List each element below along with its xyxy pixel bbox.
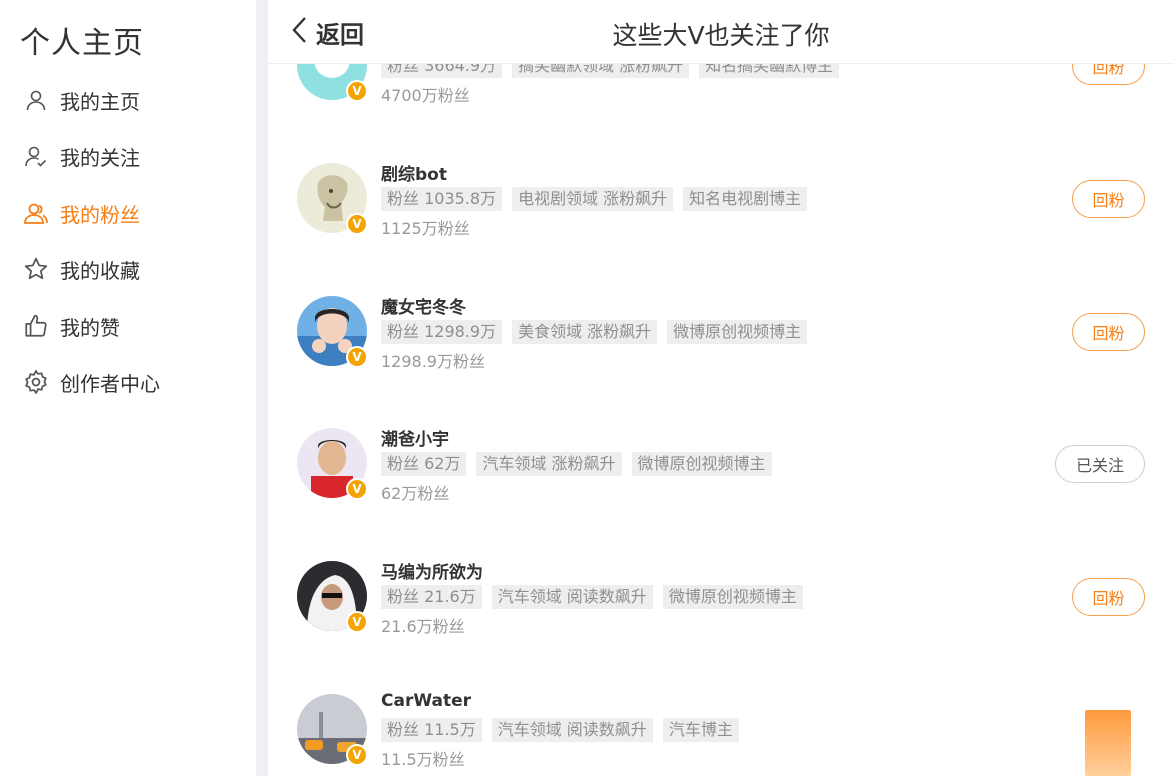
tag: 微博原创视频博主 — [631, 452, 772, 476]
main-panel: V 粉丝 3664.9万 搞笑幽默领域 涨粉飙升 知名搞笑幽默博主 4700万粉… — [268, 0, 1174, 776]
tag: 汽车领域 阅读数飙升 — [491, 718, 653, 742]
star-icon — [22, 255, 50, 283]
nav-item-my-fans[interactable]: 我的粉丝 — [22, 193, 140, 233]
sidebar: 个人主页 我的主页 我的关注 我的粉丝 我的收藏 我的赞 创作者中心 — [0, 0, 256, 776]
nav-label: 我的收藏 — [60, 258, 140, 283]
nav-label: 我的粉丝 — [60, 202, 140, 227]
user-name[interactable]: 马编为所欲为 — [381, 558, 483, 583]
nav-item-my-likes[interactable]: 我的赞 — [22, 306, 120, 346]
fans-count: 21.6万粉丝 — [381, 617, 465, 636]
nav-item-my-following[interactable]: 我的关注 — [22, 136, 140, 176]
tag-list: 粉丝 1035.8万 电视剧领域 涨粉飙升 知名电视剧博主 — [381, 187, 808, 211]
following-button[interactable]: 已关注 — [1055, 445, 1145, 483]
list-item[interactable]: V 潮爸小宇 粉丝 62万 汽车领域 涨粉飙升 微博原创视频博主 62万粉丝 已… — [268, 428, 1174, 528]
nav-item-creator-center[interactable]: 创作者中心 — [22, 362, 160, 402]
users-icon — [22, 199, 50, 227]
fans-count: 1125万粉丝 — [381, 219, 470, 238]
tag-list: 粉丝 21.6万 汽车领域 阅读数飙升 微博原创视频博主 — [381, 585, 803, 609]
follow-back-button[interactable]: 回粉 — [1072, 578, 1145, 616]
bottom-fade-overlay — [888, 690, 1174, 776]
user-icon — [22, 86, 50, 114]
gear-icon — [22, 368, 50, 396]
verified-badge-icon: V — [346, 213, 368, 235]
nav-label: 我的关注 — [60, 145, 140, 170]
list-item[interactable]: V 马编为所欲为 粉丝 21.6万 汽车领域 阅读数飙升 微博原创视频博主 21… — [268, 561, 1174, 661]
tag: 粉丝 1035.8万 — [381, 187, 503, 211]
follow-back-button[interactable]: 回粉 — [1072, 180, 1145, 218]
verified-badge-icon: V — [346, 346, 368, 368]
tag: 汽车领域 阅读数飙升 — [491, 585, 653, 609]
tag: 电视剧领域 涨粉飙升 — [512, 187, 674, 211]
follow-back-button[interactable]: 回粉 — [1072, 313, 1145, 351]
tag: 汽车领域 涨粉飙升 — [476, 452, 622, 476]
verified-badge-icon: V — [346, 80, 368, 102]
fans-count: 11.5万粉丝 — [381, 750, 465, 769]
fans-count: 1298.9万粉丝 — [381, 352, 485, 371]
tag-list: 粉丝 11.5万 汽车领域 阅读数飙升 汽车博主 — [381, 718, 739, 742]
user-name[interactable]: 潮爸小宇 — [381, 425, 449, 450]
tag-list: 粉丝 62万 汽车领域 涨粉飙升 微博原创视频博主 — [381, 452, 772, 476]
page-title: 这些大V也关注了你 — [612, 21, 830, 50]
user-name[interactable]: CarWater — [381, 691, 471, 711]
sidebar-title: 个人主页 — [20, 26, 144, 61]
list-item[interactable]: V 剧综bot 粉丝 1035.8万 电视剧领域 涨粉飙升 知名电视剧博主 11… — [268, 163, 1174, 263]
list-item[interactable]: V 魔女宅冬冬 粉丝 1298.9万 美食领域 涨粉飙升 微博原创视频博主 12… — [268, 296, 1174, 396]
nav-item-my-home[interactable]: 我的主页 — [22, 80, 140, 120]
user-name[interactable]: 剧综bot — [381, 160, 447, 185]
tag: 粉丝 1298.9万 — [381, 320, 503, 344]
tag: 粉丝 62万 — [381, 452, 467, 476]
tag: 汽车博主 — [662, 718, 739, 742]
top-bar: 返回 这些大V也关注了你 — [268, 0, 1174, 64]
verified-badge-icon: V — [346, 478, 368, 500]
nav-item-my-favorites[interactable]: 我的收藏 — [22, 249, 140, 289]
verified-badge-icon: V — [346, 744, 368, 766]
tag: 微博原创视频博主 — [667, 320, 808, 344]
tag-list: 粉丝 1298.9万 美食领域 涨粉飙升 微博原创视频博主 — [381, 320, 808, 344]
floating-action-button[interactable] — [1085, 710, 1131, 776]
user-name[interactable]: 魔女宅冬冬 — [381, 293, 466, 318]
tag: 美食领域 涨粉飙升 — [512, 320, 658, 344]
nav-label: 创作者中心 — [60, 371, 160, 396]
fans-count: 62万粉丝 — [381, 484, 450, 503]
tag: 知名电视剧博主 — [683, 187, 808, 211]
nav-label: 我的赞 — [60, 315, 120, 340]
fans-count: 4700万粉丝 — [381, 86, 470, 105]
user-check-icon — [22, 142, 50, 170]
nav-label: 我的主页 — [60, 89, 140, 114]
verified-badge-icon: V — [346, 611, 368, 633]
layout-divider — [256, 0, 268, 776]
tag: 粉丝 11.5万 — [381, 718, 482, 742]
tag: 微博原创视频博主 — [662, 585, 803, 609]
thumb-up-icon — [22, 312, 50, 340]
tag: 粉丝 21.6万 — [381, 585, 482, 609]
